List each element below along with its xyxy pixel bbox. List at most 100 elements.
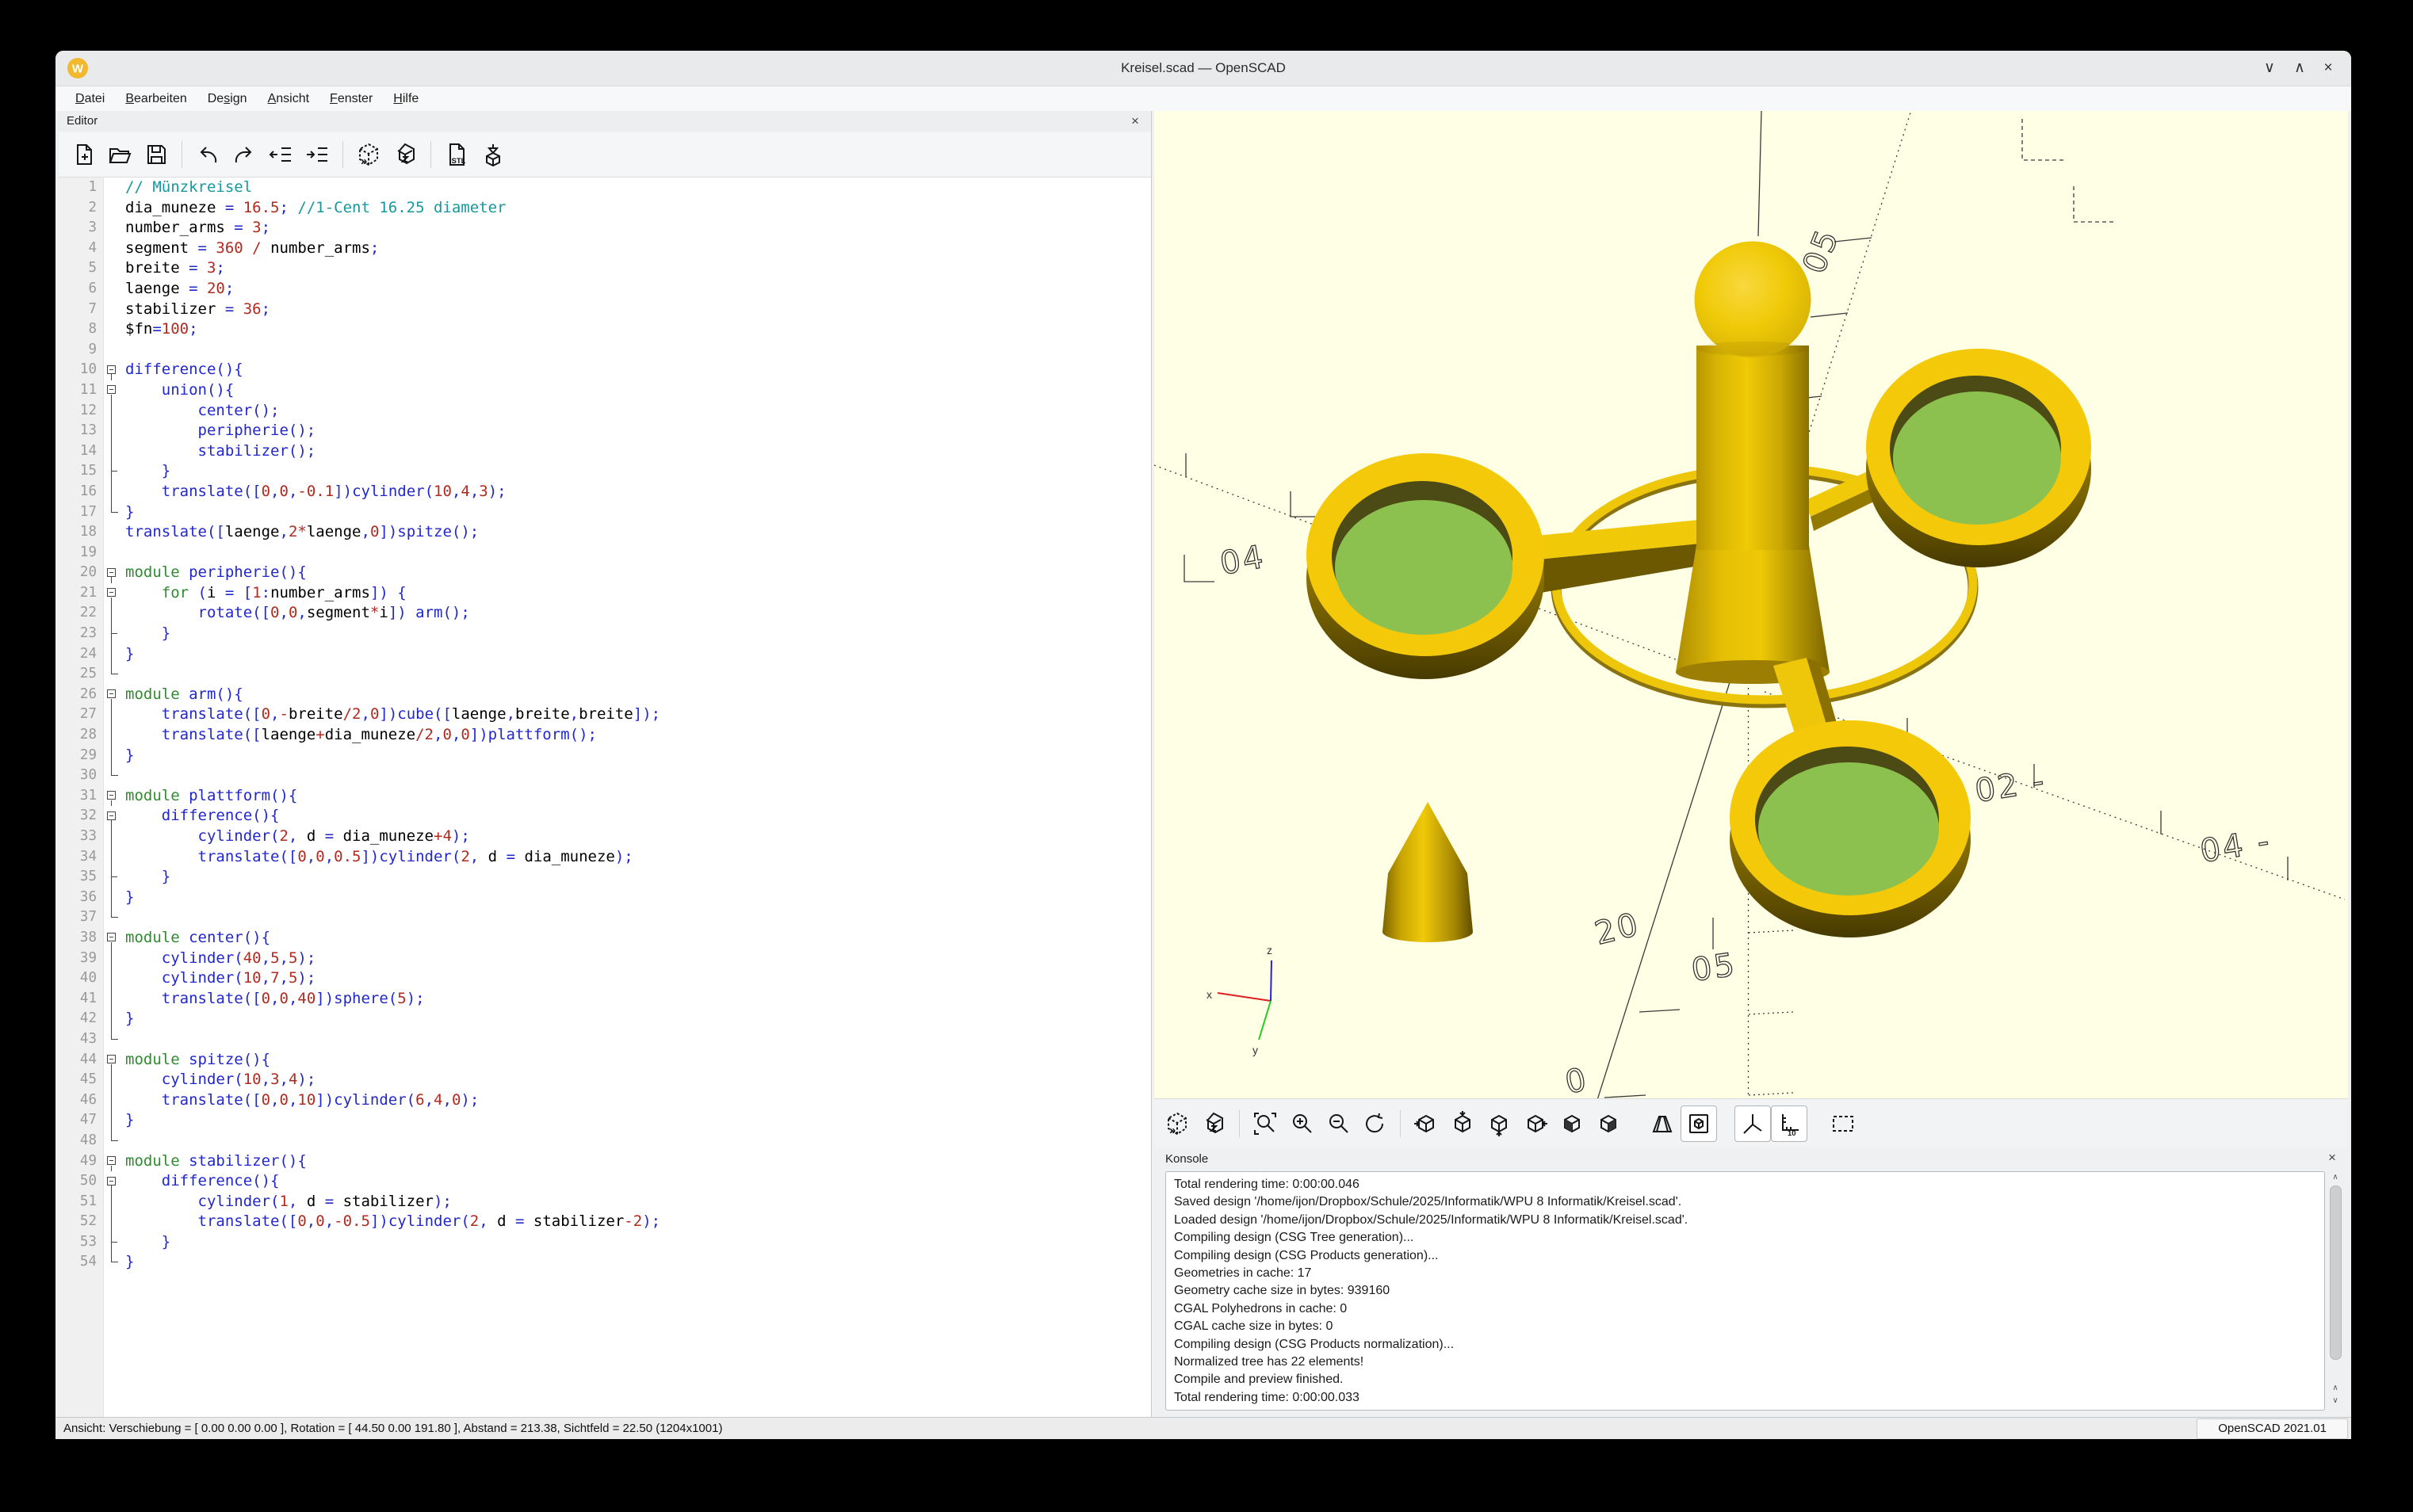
- show-axes-button[interactable]: [1734, 1105, 1771, 1142]
- line-number: 11: [59, 380, 103, 401]
- fold-guide: [103, 482, 122, 502]
- zoom-in-button[interactable]: [1283, 1105, 1320, 1142]
- render-button[interactable]: [387, 136, 423, 173]
- fold-toggle-icon[interactable]: [103, 360, 122, 380]
- scroll-up-icon[interactable]: ∧: [2329, 1173, 2342, 1182]
- console-log[interactable]: Total rendering time: 0:00:00.046Saved d…: [1165, 1171, 2325, 1411]
- menu-item-fenster[interactable]: Fenster: [319, 86, 383, 111]
- line-number: 42: [59, 1009, 103, 1029]
- line-number: 8: [59, 319, 103, 340]
- line-number: 27: [59, 704, 103, 725]
- fold-toggle-icon[interactable]: [103, 928, 122, 949]
- view-right-icon: [1413, 1111, 1439, 1136]
- triad-y-label: y: [1252, 1044, 1258, 1056]
- console-message: Compiling design (CSG Tree generation)..…: [1174, 1229, 2316, 1247]
- preview-button[interactable]: »: [1159, 1105, 1195, 1142]
- fold-toggle-icon[interactable]: [103, 380, 122, 401]
- fold-toggle-icon[interactable]: [103, 583, 122, 604]
- save-button[interactable]: [138, 136, 174, 173]
- status-bar: Ansicht: Verschiebung = [ 0.00 0.00 0.00…: [55, 1417, 2351, 1439]
- view-top-button[interactable]: [1444, 1105, 1481, 1142]
- scroll-up2-icon[interactable]: ∧: [2329, 1384, 2342, 1392]
- render-button[interactable]: [1195, 1105, 1232, 1142]
- fold-toggle-icon[interactable]: [103, 563, 122, 583]
- export-stl-button[interactable]: STL: [438, 136, 475, 173]
- fold-toggle-icon[interactable]: [103, 1050, 122, 1071]
- fold-guide: [103, 258, 122, 279]
- view-left-button[interactable]: [1517, 1105, 1554, 1142]
- line-number: 44: [59, 1050, 103, 1071]
- toolbar-separator: [430, 141, 431, 168]
- fold-guide: [103, 989, 122, 1010]
- console-close-icon[interactable]: ×: [2324, 1147, 2340, 1168]
- maximize-button[interactable]: ∧: [2286, 51, 2313, 86]
- fold-guide: [103, 1212, 122, 1232]
- open-button[interactable]: [101, 136, 138, 173]
- fold-guide: [103, 1192, 122, 1212]
- view-bottom-button[interactable]: [1481, 1105, 1517, 1142]
- unindent-button[interactable]: [262, 136, 299, 173]
- view-right-button[interactable]: [1408, 1105, 1444, 1142]
- fold-toggle-icon[interactable]: [103, 685, 122, 705]
- code-line: 15 }: [59, 461, 1151, 482]
- menu-item-ansicht[interactable]: Ansicht: [258, 86, 319, 111]
- undo-button[interactable]: [189, 136, 226, 173]
- title-bar[interactable]: W Kreisel.scad — OpenSCAD ∨ ∧ ×: [55, 51, 2351, 86]
- view-orthogonal-button[interactable]: [1681, 1105, 1717, 1142]
- openscad-window: W Kreisel.scad — OpenSCAD ∨ ∧ × DateiBea…: [55, 51, 2351, 1439]
- line-number: 10: [59, 360, 103, 380]
- redo-button[interactable]: [226, 136, 262, 173]
- unindent-icon: [268, 142, 293, 167]
- minimize-button[interactable]: ∨: [2256, 51, 2283, 86]
- fold-guide: [103, 218, 122, 239]
- scroll-down-icon[interactable]: ∨: [2329, 1396, 2342, 1405]
- toolbar-separator: [1239, 1110, 1240, 1137]
- window-title: Kreisel.scad — OpenSCAD: [55, 51, 2351, 86]
- view-front-button[interactable]: [1554, 1105, 1590, 1142]
- fold-toggle-icon[interactable]: [103, 1171, 122, 1192]
- line-number: 37: [59, 907, 103, 928]
- menu-item-hilfe[interactable]: Hilfe: [383, 86, 429, 111]
- menu-item-datei[interactable]: Datei: [65, 86, 115, 111]
- view-perspective-icon: [1650, 1111, 1675, 1136]
- print-3d-button[interactable]: [475, 136, 511, 173]
- console-message: Geometry cache size in bytes: 939160: [1174, 1282, 2316, 1300]
- close-button[interactable]: ×: [2315, 51, 2342, 86]
- view-perspective-button[interactable]: [1644, 1105, 1681, 1142]
- code-line: 38module center(){: [59, 928, 1151, 949]
- menu-item-bearbeiten[interactable]: Bearbeiten: [115, 86, 197, 111]
- fold-toggle-icon[interactable]: [103, 806, 122, 827]
- new-file-button[interactable]: [65, 136, 101, 173]
- console-scrollbar[interactable]: ∧ ∧ ∨: [2329, 1171, 2342, 1411]
- fold-toggle-icon[interactable]: [103, 786, 122, 807]
- zoom-out-button[interactable]: [1320, 1105, 1356, 1142]
- line-number: 14: [59, 441, 103, 462]
- zoom-all-icon: [1252, 1111, 1278, 1136]
- desktop: W Kreisel.scad — OpenSCAD ∨ ∧ × DateiBea…: [0, 0, 2413, 1512]
- scrollbar-thumb[interactable]: [2330, 1186, 2342, 1360]
- reset-view-button[interactable]: [1356, 1105, 1393, 1142]
- line-number: 18: [59, 522, 103, 543]
- view-back-button[interactable]: [1590, 1105, 1627, 1142]
- menu-item-design[interactable]: Design: [197, 86, 258, 111]
- view-all-button[interactable]: [1825, 1105, 1861, 1142]
- code-line: 14 stabilizer();: [59, 441, 1151, 462]
- editor-close-icon[interactable]: ×: [1127, 111, 1143, 132]
- 3d-viewport[interactable]: 040502 -04 -20050: [1154, 111, 2348, 1098]
- fold-guide: [103, 239, 122, 259]
- fold-toggle-icon[interactable]: [103, 1151, 122, 1172]
- indent-button[interactable]: [299, 136, 335, 173]
- reset-view-icon: [1362, 1111, 1387, 1136]
- line-number: 20: [59, 563, 103, 583]
- new-file-icon: [71, 142, 96, 167]
- code-line: 42}: [59, 1009, 1151, 1029]
- zoom-all-button[interactable]: [1247, 1105, 1283, 1142]
- code-editor[interactable]: 1// Münzkreisel2dia_muneze = 16.5; //1-C…: [59, 178, 1151, 1417]
- preview-button[interactable]: »: [350, 136, 387, 173]
- code-line: 27 translate([0,-breite/2,0])cube([laeng…: [59, 704, 1151, 725]
- editor-panel: Editor × »STL 1// Münzkreisel2dia_muneze…: [59, 111, 1152, 1417]
- show-scale-markers-button[interactable]: 10: [1771, 1105, 1807, 1142]
- fold-guide: [103, 319, 122, 340]
- line-number: 49: [59, 1151, 103, 1172]
- code-line: 8$fn=100;: [59, 319, 1151, 340]
